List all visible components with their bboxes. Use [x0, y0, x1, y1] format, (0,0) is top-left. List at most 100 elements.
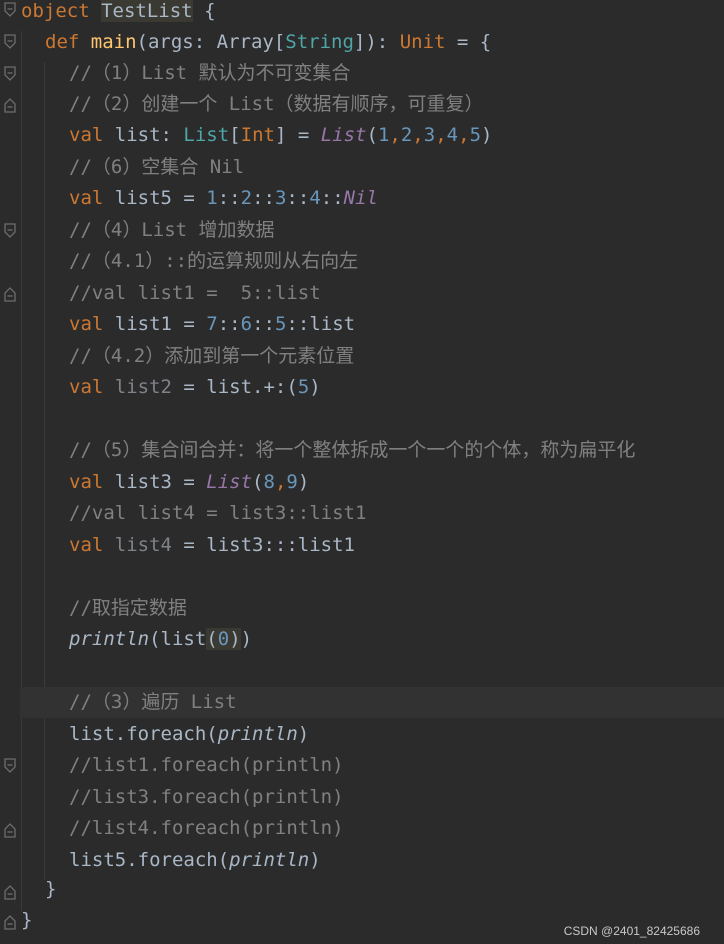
code-token: list1 = — [103, 313, 207, 335]
indent-guide — [21, 31, 22, 911]
number: 8 — [263, 471, 275, 493]
code-line-18[interactable]: //取指定数据 — [69, 593, 187, 624]
code-token: ] = — [274, 124, 321, 146]
code-token: :: — [217, 187, 241, 209]
closing-brace: } — [21, 909, 33, 931]
code-token: (args: — [136, 31, 217, 53]
fold-open-icon[interactable] — [3, 223, 17, 239]
code-token: = list.+:( — [171, 376, 298, 398]
number: 2 — [240, 187, 253, 209]
fold-close-icon[interactable] — [3, 97, 17, 113]
code-token: (list — [149, 628, 207, 650]
type-name: List — [183, 124, 230, 146]
code-line-20[interactable]: //（3）遍历 List — [69, 687, 237, 718]
keyword: val — [69, 313, 104, 335]
type-name: Unit — [399, 31, 446, 53]
fold-open-icon[interactable] — [3, 758, 17, 774]
editor-gutter — [0, 0, 20, 944]
italic-token: println — [217, 723, 298, 745]
code-line-25[interactable]: list5.foreach(println) — [69, 845, 321, 876]
fold-open-icon[interactable] — [3, 2, 17, 18]
number: 5 — [469, 124, 482, 146]
number: 5 — [297, 376, 310, 398]
fold-open-icon[interactable] — [3, 34, 17, 50]
type-name: Array — [216, 31, 274, 53]
watermark: CSDN @2401_82425686 — [563, 924, 700, 938]
code-line-1[interactable]: object TestList { — [21, 0, 216, 27]
code-token: ( — [366, 124, 378, 146]
code-line-21[interactable]: list.foreach(println) — [69, 719, 309, 750]
matched-paren: ) — [229, 628, 241, 650]
fold-close-icon[interactable] — [3, 914, 17, 930]
code-line-15[interactable]: val list3 = List(8,9) — [69, 467, 309, 498]
comma: , — [274, 471, 287, 493]
code-line-11[interactable]: val list1 = 7::6::5::list — [69, 309, 355, 340]
italic-token: println — [229, 849, 310, 871]
fold-close-icon[interactable] — [3, 286, 17, 302]
keyword: object — [21, 0, 90, 22]
fold-open-icon[interactable] — [3, 66, 17, 82]
code-token: ) — [297, 471, 310, 493]
comma: , — [389, 124, 401, 146]
keyword: def — [45, 31, 80, 53]
code-line-22[interactable]: //list1.foreach(println) — [69, 750, 344, 781]
code-line-3[interactable]: //（1）List 默认为不可变集合 — [69, 58, 351, 89]
keyword: val — [69, 187, 104, 209]
code-line-4[interactable]: //（2）创建一个 List（数据有顺序，可重复） — [69, 89, 484, 120]
code-line-19[interactable]: println(list(0)) — [69, 624, 252, 655]
code-token: :: — [320, 187, 344, 209]
code-line-8[interactable]: //（4）List 增加数据 — [69, 215, 275, 246]
code-line-13[interactable]: val list2 = list.+:(5) — [69, 372, 321, 403]
code-line-2[interactable]: def main(args: Array[String]): Unit = { — [45, 27, 491, 58]
code-token: ) — [309, 849, 321, 871]
code-line-23[interactable]: //list3.foreach(println) — [69, 782, 344, 813]
code-line-5[interactable]: val list: List[Int] = List(1,2,3,4,5) — [69, 120, 492, 151]
fold-close-icon[interactable] — [3, 884, 17, 900]
code-line-10[interactable]: //val list1 = 5::list — [69, 278, 321, 309]
number: 4 — [309, 187, 321, 209]
code-token: list5 = — [103, 187, 207, 209]
keyword: val — [69, 534, 104, 556]
number: 5 — [274, 313, 287, 335]
brace: { — [204, 0, 216, 22]
matched-paren: ( — [206, 628, 218, 650]
number: 4 — [446, 124, 459, 146]
keyword: val — [69, 376, 104, 398]
code-editor[interactable]: object TestList { def main(args: Array[S… — [0, 0, 724, 944]
code-line-16[interactable]: //val list4 = list3::list1 — [69, 498, 366, 529]
code-token: [ — [273, 31, 286, 53]
code-token: :: — [252, 187, 275, 209]
object-name: TestList — [101, 0, 193, 22]
keyword: val — [69, 471, 104, 493]
code-token: :: — [286, 313, 310, 335]
code-line-26[interactable]: } — [45, 874, 56, 905]
italic-token: Nil — [343, 187, 378, 209]
type-name: Int — [240, 124, 275, 146]
number: 2 — [400, 124, 413, 146]
code-token: list: — [103, 124, 184, 146]
fold-close-icon[interactable] — [3, 822, 17, 838]
code-line-7[interactable]: val list5 = 1::2::3::4::Nil — [69, 183, 378, 214]
closing-brace: } — [45, 878, 57, 900]
code-token: ) — [309, 376, 321, 398]
code-token: [ — [229, 124, 241, 146]
function-name: main — [90, 31, 137, 53]
code-line-17[interactable]: val list4 = list3:::list1 — [69, 530, 355, 561]
code-line-24[interactable]: //list4.foreach(println) — [69, 813, 344, 844]
number: 3 — [274, 187, 287, 209]
keyword: val — [69, 124, 104, 146]
code-line-9[interactable]: //（4.1）::的运算规则从右向左 — [69, 246, 358, 277]
code-token: :: — [217, 313, 241, 335]
code-line-27[interactable]: } — [21, 905, 32, 936]
code-line-12[interactable]: //（4.2）添加到第一个元素位置 — [69, 341, 354, 372]
code-token: ) — [297, 723, 310, 745]
code-line-14[interactable]: //（5）集合间合并：将一个整体拆成一个一个的个体，称为扁平化 — [69, 435, 635, 466]
code-line-6[interactable]: //（6）空集合 Nil — [69, 152, 244, 183]
code-token: :: — [252, 313, 275, 335]
number: 7 — [206, 313, 218, 335]
number: 0 — [217, 628, 230, 650]
number: 6 — [240, 313, 253, 335]
indent-guide — [44, 62, 45, 880]
italic-token: println — [69, 628, 150, 650]
code-token: list — [309, 313, 356, 335]
